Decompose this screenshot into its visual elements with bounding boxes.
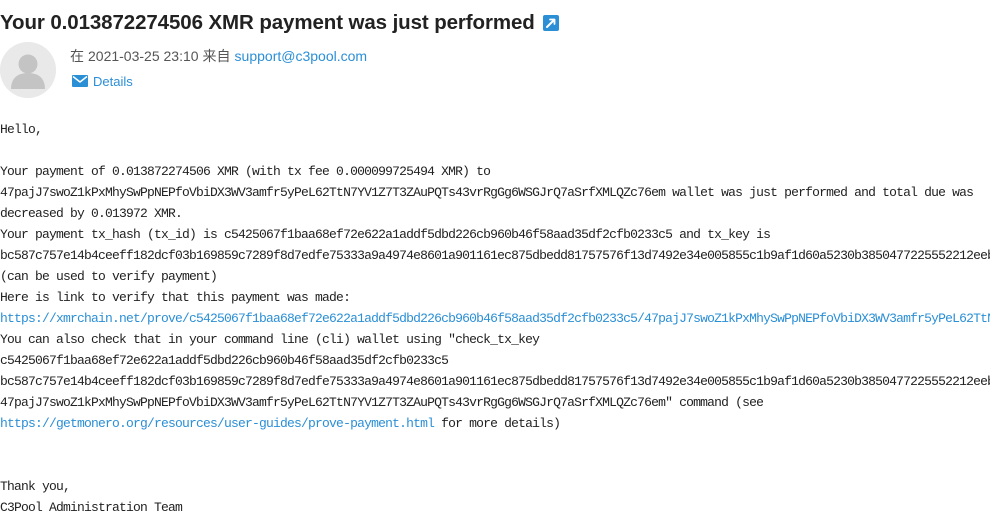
sent-datetime: 2021-03-25 23:10 (88, 48, 199, 64)
verify-link-row: https://xmrchain.net/prove/c5425067f1baa… (0, 308, 990, 329)
tx-hash-line: Your payment tx_hash (tx_id) is c5425067… (0, 227, 771, 242)
payment-line-3: decreased by 0.013972 XMR. (0, 206, 183, 221)
verify-payment-link[interactable]: https://xmrchain.net/prove/c5425067f1baa… (0, 311, 990, 326)
link-intro: Here is link to verify that this payment… (0, 290, 351, 305)
user-avatar-icon (0, 42, 56, 98)
guide-suffix: for more details) (434, 416, 561, 431)
email-meta: 在 2021-03-25 23:10 来自 support@c3pool.com (70, 47, 367, 65)
cli-line-4: 47pajJ7swoZ1kPxMhySwPpNEPfoVbiDX3WV3amfr… (0, 395, 764, 410)
cli-line-3: bc587c757e14b4ceeff182dcf03b169859c7289f… (0, 374, 990, 389)
email-subject: Your 0.013872274506 XMR payment was just… (0, 11, 535, 34)
email-subject-row: Your 0.013872274506 XMR payment was just… (0, 10, 559, 36)
meta-from-word: 来自 (202, 48, 231, 64)
meta-prefix: 在 (70, 48, 84, 64)
closing-thanks: Thank you, (0, 479, 71, 494)
payment-line-1: Your payment of 0.013872274506 XMR (with… (0, 164, 491, 179)
payment-line-2: 47pajJ7swoZ1kPxMhySwPpNEPfoVbiDX3WV3amfr… (0, 185, 974, 200)
cli-line-2: c5425067f1baa68ef72e622a1addf5dbd226cb96… (0, 353, 449, 368)
guide-link-row: https://getmonero.org/resources/user-gui… (0, 413, 990, 434)
details-label: Details (93, 73, 133, 89)
sender-avatar (0, 42, 56, 98)
envelope-icon (72, 75, 88, 87)
verify-note: (can be used to verify payment) (0, 269, 218, 284)
tx-key-line: bc587c757e14b4ceeff182dcf03b169859c7289f… (0, 248, 990, 263)
email-body: Hello, Your payment of 0.013872274506 XM… (0, 119, 990, 518)
signature: C3Pool Administration Team (0, 500, 183, 515)
greeting: Hello, (0, 122, 43, 137)
prove-payment-guide-link[interactable]: https://getmonero.org/resources/user-gui… (0, 416, 435, 431)
cli-line-1: You can also check that in your command … (0, 332, 540, 347)
details-toggle[interactable]: Details (72, 72, 133, 90)
external-link-icon[interactable] (542, 15, 559, 31)
sender-email-link[interactable]: support@c3pool.com (235, 48, 368, 64)
